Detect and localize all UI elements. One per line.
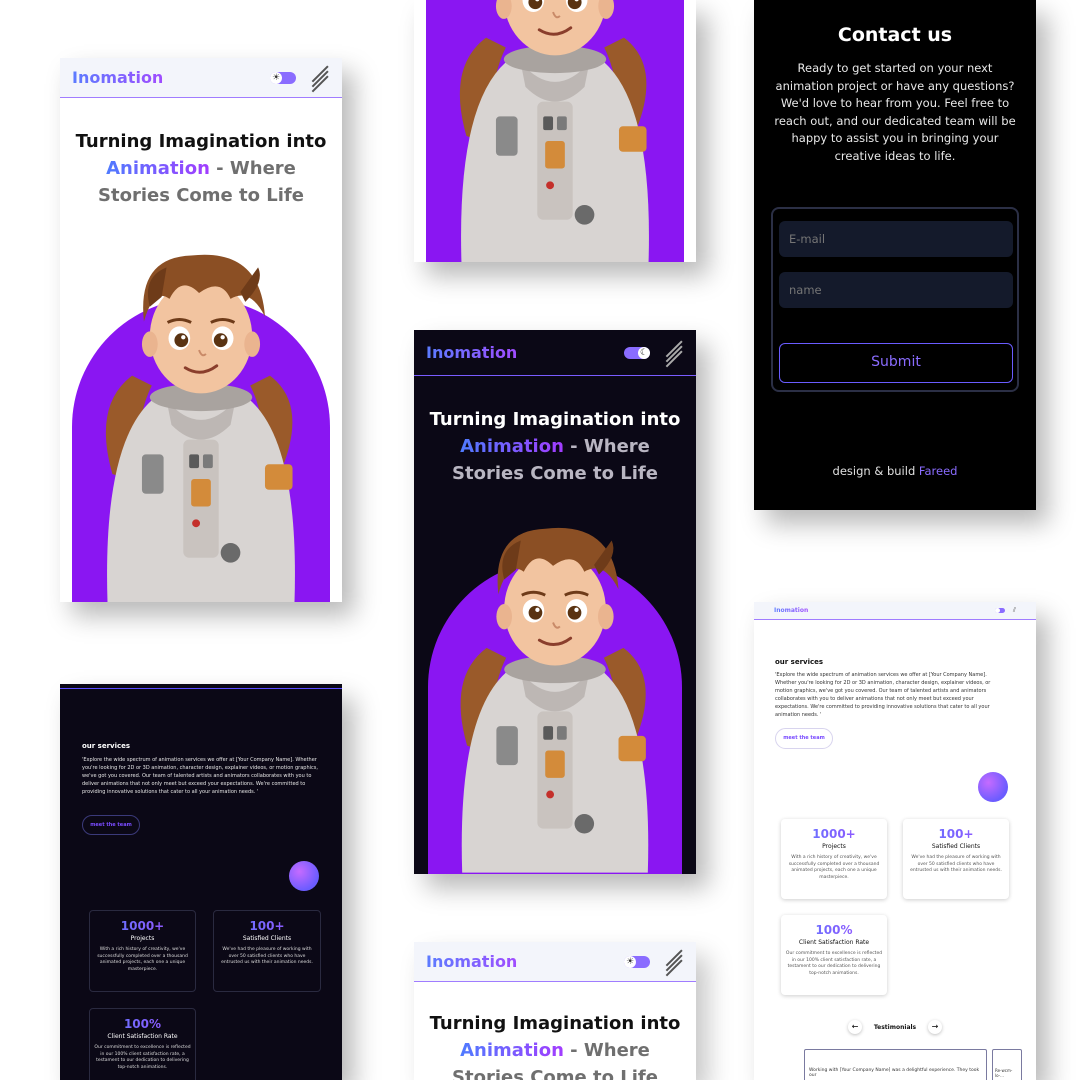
gradient-orb: [978, 772, 1008, 802]
theme-toggle[interactable]: [994, 608, 1005, 613]
hero-highlight: Animation: [460, 1040, 564, 1061]
menu-icon[interactable]: [310, 64, 330, 92]
hero-line-3: Stories Come to Life: [452, 1067, 658, 1080]
sun-icon: ☀: [624, 955, 636, 968]
stat-number: 100%: [785, 923, 883, 937]
astronaut-boy-image: [458, 0, 651, 262]
stat-satisfaction: 100% Client Satisfaction Rate Our commit…: [89, 1008, 196, 1080]
hero-title: Turning Imagination into Animation - Whe…: [60, 128, 342, 209]
hero-dash: - Where: [563, 1040, 650, 1061]
hero-highlight: Animation: [106, 158, 210, 179]
contact-card: Contact us Ready to get started on your …: [754, 0, 1036, 510]
astronaut-boy-image: [459, 526, 650, 874]
hero-illustration: [72, 228, 330, 602]
stat-label: Client Satisfaction Rate: [798, 939, 870, 946]
hero-dash: - Where: [209, 158, 296, 179]
gradient-orb: [289, 861, 319, 891]
submit-button[interactable]: Submit: [779, 343, 1013, 383]
email-field[interactable]: [779, 221, 1013, 257]
theme-toggle[interactable]: ☀: [270, 71, 296, 84]
stat-label: Satisfied Clients: [242, 935, 292, 942]
sun-icon: [994, 608, 1000, 613]
services-body: 'Explore the wide spectrum of animation …: [82, 757, 318, 795]
testimonial-quote-2: Re-wcm-lo-...: [995, 1068, 1013, 1078]
stat-clients: 100+ Satisfied Clients We've had the ple…: [903, 819, 1009, 899]
contact-form: Submit: [771, 207, 1019, 392]
hero-card-light-cropped: Inomation ☀ Turning Imagination into Ani…: [414, 942, 696, 1080]
brand-logo[interactable]: Inomation: [774, 607, 808, 614]
stat-number: 100%: [94, 1017, 191, 1031]
hero-line-3: Stories Come to Life: [98, 185, 304, 206]
services-card-dark: our services 'Explore the wide spectrum …: [60, 684, 342, 1080]
services-title: our services: [82, 742, 131, 750]
testimonial-card-next: Re-wcm-lo-...: [992, 1049, 1022, 1080]
hero-highlight: Animation: [460, 436, 564, 457]
testimonial-card: Working with [Your Company Name] was a d…: [804, 1049, 987, 1080]
theme-toggle[interactable]: ☾: [624, 346, 650, 359]
footer-prefix: design & build: [832, 464, 919, 478]
name-field[interactable]: [779, 272, 1013, 308]
stat-projects: 1000+ Projects With a rich history of cr…: [781, 819, 887, 899]
hero-line-1: Turning Imagination into: [75, 131, 327, 152]
meet-the-team-button[interactable]: meet the team: [775, 728, 833, 749]
illustration-card: [414, 0, 696, 262]
stat-number: 100+: [907, 827, 1005, 841]
moon-icon: ☾: [638, 346, 650, 359]
navbar: Inomation ☀: [414, 942, 696, 982]
menu-icon[interactable]: [664, 339, 684, 367]
contact-body: Ready to get started on your next animat…: [774, 61, 1016, 163]
stat-label: Satisfied Clients: [931, 843, 981, 850]
services-body: 'Explore the wide spectrum of animation …: [775, 672, 991, 718]
footer-author[interactable]: Fareed: [919, 464, 958, 478]
sun-icon: ☀: [270, 71, 282, 84]
services-title: our services: [775, 658, 824, 666]
hero-line-1: Turning Imagination into: [429, 409, 681, 430]
hero-illustration-cropped: [426, 0, 684, 262]
theme-toggle[interactable]: ☀: [624, 955, 650, 968]
stat-projects: 1000+ Projects With a rich history of cr…: [89, 910, 196, 992]
stat-label: Client Satisfaction Rate: [107, 1033, 178, 1040]
stat-description: We've had the pleasure of working with o…: [221, 947, 313, 965]
menu-icon[interactable]: ⫽: [1013, 606, 1016, 615]
stat-description: We've had the pleasure of working with o…: [910, 855, 1002, 873]
hero-card-dark: Inomation ☾ Turning Imagination into Ani…: [414, 330, 696, 874]
stat-description: With a rich history of creativity, we've…: [97, 947, 188, 972]
testimonials-header: ← Testimonials →: [848, 1020, 942, 1034]
top-divider: [60, 688, 342, 689]
stat-clients: 100+ Satisfied Clients We've had the ple…: [213, 910, 321, 992]
stat-description: Our commitment to excellence is reflecte…: [785, 951, 883, 976]
arrow-left-icon[interactable]: ←: [848, 1020, 862, 1034]
brand-logo[interactable]: Inomation: [426, 343, 517, 362]
footer-credit: design & build Fareed: [754, 464, 1036, 478]
arrow-right-icon[interactable]: →: [928, 1020, 942, 1034]
testimonial-quote: Working with [Your Company Name] was a d…: [809, 1068, 980, 1078]
services-card-light: Inomation ⫽ our services 'Explore the wi…: [754, 602, 1036, 1080]
testimonials-title: Testimonials: [873, 1023, 917, 1031]
hero-title: Turning Imagination into Animation - Whe…: [414, 406, 696, 487]
brand-logo[interactable]: Inomation: [72, 68, 163, 87]
brand-logo[interactable]: Inomation: [426, 952, 517, 971]
stat-satisfaction: 100% Client Satisfaction Rate Our commit…: [781, 915, 887, 995]
hero-line-3: Stories Come to Life: [452, 463, 658, 484]
meet-the-team-button[interactable]: meet the team: [82, 815, 140, 835]
stat-label: Projects: [130, 935, 155, 942]
hero-line-1: Turning Imagination into: [429, 1013, 681, 1034]
navbar: Inomation ⫽: [754, 602, 1036, 620]
stat-description: With a rich history of creativity, we've…: [788, 855, 880, 880]
contact-title: Contact us: [837, 24, 953, 46]
stat-number: 1000+: [94, 919, 191, 933]
hero-card-light: Inomation ☀ Turning Imagination into Ani…: [60, 58, 342, 602]
hero-illustration: [428, 500, 682, 874]
stat-label: Projects: [822, 843, 846, 850]
navbar: Inomation ☾: [414, 330, 696, 376]
hero-title: Turning Imagination into Animation - Whe…: [414, 1010, 696, 1080]
menu-icon[interactable]: [664, 948, 684, 976]
astronaut-boy-image: [104, 253, 297, 602]
stat-number: 100+: [218, 919, 316, 933]
stat-description: Our commitment to excellence is reflecte…: [94, 1045, 191, 1070]
stat-number: 1000+: [785, 827, 883, 841]
hero-dash: - Where: [563, 436, 650, 457]
navbar: Inomation ☀: [60, 58, 342, 98]
